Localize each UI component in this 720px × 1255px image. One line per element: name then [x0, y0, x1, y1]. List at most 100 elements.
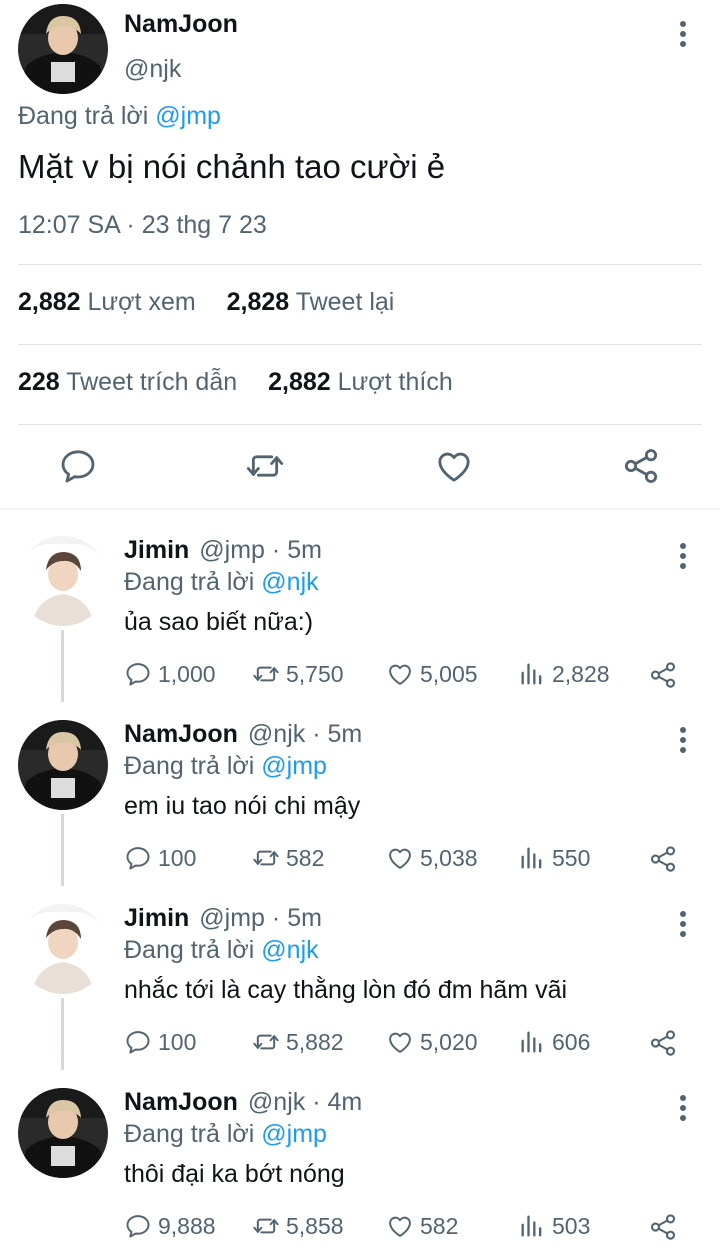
likes-label: Lượt thích — [337, 368, 453, 396]
like-button[interactable]: 5,020 — [386, 1026, 478, 1058]
reply-tweet[interactable]: Jimin @jmp · 5m Đang trả lời @njk ủa sao … — [0, 510, 720, 702]
like-button[interactable]: 5,005 — [386, 658, 478, 690]
avatar[interactable] — [18, 720, 108, 810]
reply-time: · 5m — [312, 720, 363, 748]
retweet-count: 582 — [286, 844, 325, 871]
mention-link[interactable]: @njk — [261, 936, 318, 964]
reply-button[interactable]: 100 — [124, 842, 196, 874]
author-handle[interactable]: @njk — [248, 720, 305, 748]
mention-link[interactable]: @njk — [261, 568, 318, 596]
divider — [18, 344, 702, 345]
reply-actions: 100 5,882 5,020 606 — [124, 1026, 684, 1058]
reply-header: NamJoon @njk · 4m — [124, 1088, 362, 1117]
like-button[interactable]: 5,038 — [386, 842, 478, 874]
views-label: Lượt xem — [87, 288, 196, 316]
reply-header: NamJoon @njk · 5m — [124, 720, 362, 749]
author-name[interactable]: Jimin — [124, 904, 189, 932]
share-icon[interactable] — [648, 1027, 684, 1059]
reply-count: 100 — [158, 844, 197, 871]
quotes-count: 228 — [18, 368, 60, 396]
share-icon[interactable] — [621, 446, 661, 486]
main-tweet: NamJoon @njk Đang trả lời @jmp Mặt v bị … — [0, 0, 720, 510]
views-count: 503 — [552, 1212, 591, 1239]
reply-actions: 100 582 5,038 550 — [124, 842, 684, 874]
views-button[interactable]: 503 — [518, 1210, 590, 1242]
reply-text: ủa sao biết nữa:) — [124, 608, 314, 636]
like-button[interactable]: 582 — [386, 1210, 458, 1242]
reply-count: 100 — [158, 1028, 197, 1055]
tweet-timestamp[interactable]: 12:07 SA · 23 thg 7 23 — [18, 211, 267, 240]
like-count: 582 — [420, 1212, 459, 1239]
stats-row-1: 2,882 Lượt xem 2,828 Tweet lại — [18, 288, 418, 317]
author-name[interactable]: NamJoon — [124, 720, 238, 748]
views-button[interactable]: 2,828 — [518, 658, 610, 690]
replying-prefix: Đang trả lời — [124, 936, 262, 964]
author-handle[interactable]: @njk — [124, 55, 181, 84]
reply-time: · 4m — [312, 1088, 363, 1116]
retweet-count: 5,882 — [286, 1028, 344, 1055]
views-icon — [518, 660, 546, 688]
reply-text: em iu tao nói chi mậy — [124, 792, 361, 820]
views-count: 2,882 — [18, 288, 81, 316]
divider — [18, 264, 702, 265]
likes-stat[interactable]: 2,882 Lượt thích — [268, 368, 453, 397]
more-vertical-icon[interactable] — [674, 726, 692, 754]
retweet-button[interactable]: 5,858 — [252, 1210, 344, 1242]
reply-tweet[interactable]: Jimin @jmp · 5m Đang trả lời @njk nhắc tớ… — [0, 878, 720, 1070]
views-button[interactable]: 606 — [518, 1026, 590, 1058]
reply-header: Jimin @jmp · 5m — [124, 536, 322, 565]
retweets-count: 2,828 — [226, 288, 290, 316]
share-icon[interactable] — [648, 1211, 684, 1243]
mention-link[interactable]: @jmp — [261, 1120, 327, 1148]
quotes-stat[interactable]: 228 Tweet trích dẫn — [18, 368, 237, 397]
reply-count: 1,000 — [158, 660, 216, 687]
retweet-count: 5,858 — [286, 1212, 344, 1239]
avatar[interactable] — [18, 1088, 108, 1178]
views-count: 606 — [552, 1028, 591, 1055]
reply-icon — [124, 1028, 152, 1056]
like-icon — [386, 1212, 414, 1240]
author-handle[interactable]: @jmp — [199, 904, 265, 932]
more-vertical-icon[interactable] — [674, 1094, 692, 1122]
reply-icon[interactable] — [58, 446, 98, 486]
reply-button[interactable]: 100 — [124, 1026, 196, 1058]
more-vertical-icon[interactable] — [674, 910, 692, 938]
tweet-text: Mặt v bị nói chảnh tao cười ẻ — [18, 148, 446, 185]
retweets-stat[interactable]: 2,828 Tweet lại — [227, 288, 395, 317]
reply-time: · 5m — [271, 904, 322, 932]
reply-time: · 5m — [271, 536, 322, 564]
retweet-icon[interactable] — [245, 446, 285, 486]
author-name[interactable]: Jimin — [124, 536, 189, 564]
avatar[interactable] — [18, 904, 108, 994]
replying-to: Đang trả lời @jmp — [124, 1120, 327, 1149]
retweet-button[interactable]: 5,750 — [252, 658, 344, 690]
retweet-button[interactable]: 582 — [252, 842, 324, 874]
mention-link[interactable]: @jmp — [155, 102, 221, 130]
like-icon[interactable] — [434, 446, 474, 486]
replying-to: Đang trả lời @njk — [124, 568, 319, 597]
views-icon — [518, 844, 546, 872]
reply-tweet[interactable]: NamJoon @njk · 5m Đang trả lời @jmp em iu… — [0, 694, 720, 886]
reply-tweet[interactable]: NamJoon @njk · 4m Đang trả lời @jmp thôi … — [0, 1062, 720, 1246]
views-button[interactable]: 550 — [518, 842, 590, 874]
avatar[interactable] — [18, 4, 108, 94]
retweet-icon — [252, 844, 280, 872]
views-stat[interactable]: 2,882 Lượt xem — [18, 288, 196, 317]
mention-link[interactable]: @jmp — [261, 752, 327, 780]
author-name[interactable]: NamJoon — [124, 10, 238, 39]
retweet-button[interactable]: 5,882 — [252, 1026, 344, 1058]
reply-button[interactable]: 9,888 — [124, 1210, 216, 1242]
author-handle[interactable]: @jmp — [199, 536, 265, 564]
thread-line — [61, 998, 64, 1070]
avatar[interactable] — [18, 536, 108, 626]
share-icon[interactable] — [648, 843, 684, 875]
author-handle[interactable]: @njk — [248, 1088, 305, 1116]
more-vertical-icon[interactable] — [674, 542, 692, 570]
views-icon — [518, 1028, 546, 1056]
more-vertical-icon[interactable] — [674, 20, 692, 48]
share-icon[interactable] — [648, 659, 684, 691]
views-count: 550 — [552, 844, 591, 871]
reply-button[interactable]: 1,000 — [124, 658, 216, 690]
replying-to: Đang trả lời @njk — [124, 936, 319, 965]
author-name[interactable]: NamJoon — [124, 1088, 238, 1116]
